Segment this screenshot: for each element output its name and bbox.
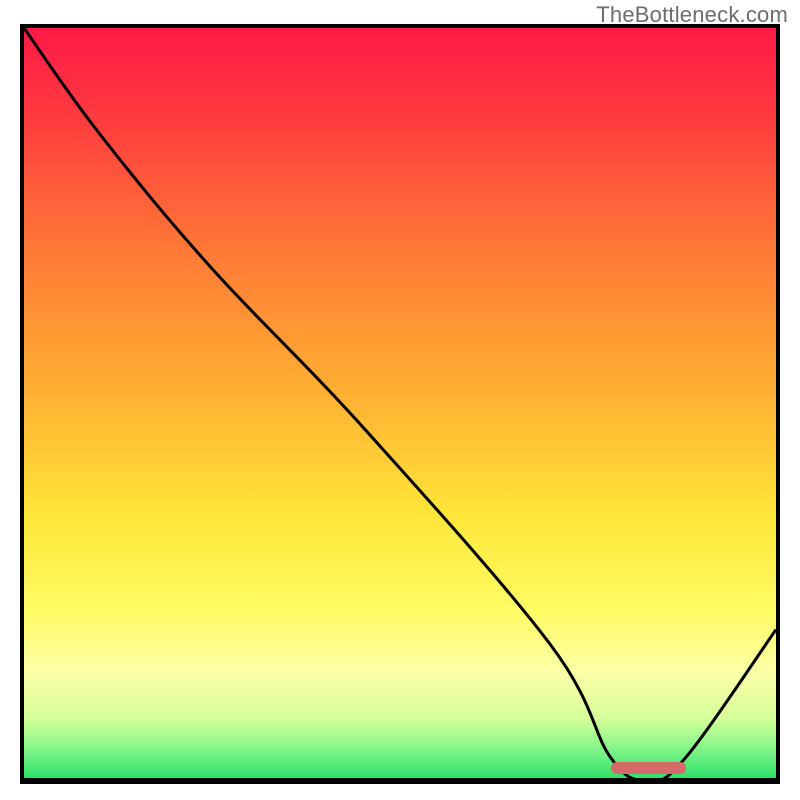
chart-area: [20, 24, 780, 784]
optimal-range-marker: [611, 762, 686, 774]
line-series: [24, 28, 776, 780]
